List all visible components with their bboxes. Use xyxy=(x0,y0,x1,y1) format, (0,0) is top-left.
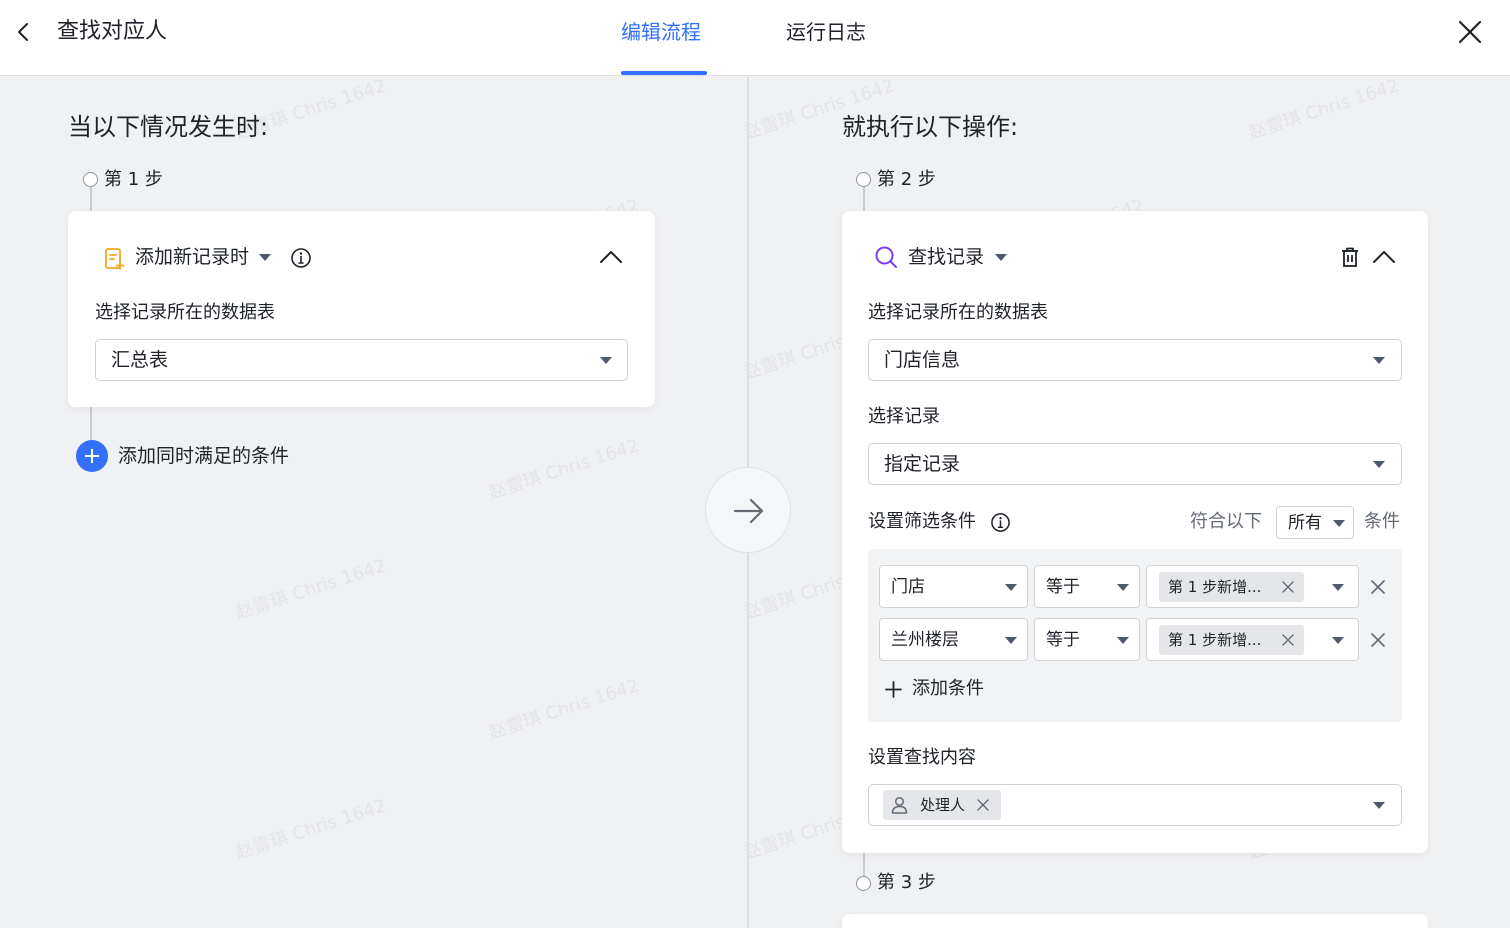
info-icon[interactable] xyxy=(290,247,312,269)
add-condition-link[interactable]: 添加条件 xyxy=(912,677,984,701)
close-icon[interactable] xyxy=(1456,18,1484,46)
select-value: 门店 xyxy=(891,577,925,597)
action-type-label[interactable]: 查找记录 xyxy=(908,245,984,269)
trigger-section-title: 当以下情况发生时: xyxy=(68,113,269,141)
step-2-dot xyxy=(856,172,871,187)
chevron-down-icon xyxy=(1005,637,1017,644)
trigger-table-select[interactable]: 汇总表 xyxy=(95,339,628,381)
remove-condition-icon[interactable] xyxy=(1371,633,1385,647)
condition-field-select[interactable]: 门店 xyxy=(879,565,1028,608)
close-icon[interactable] xyxy=(1282,581,1294,593)
close-icon[interactable] xyxy=(977,799,989,811)
value-tag: 第 1 步新增... xyxy=(1159,572,1304,602)
step-3-label: 第 3 步 xyxy=(877,872,936,893)
action-table-select[interactable]: 门店信息 xyxy=(868,339,1402,381)
tag-label: 处理人 xyxy=(920,796,966,814)
collapse-icon[interactable] xyxy=(1371,247,1397,267)
add-condition-button[interactable] xyxy=(76,440,108,472)
remove-condition-icon[interactable] xyxy=(1371,580,1385,594)
trigger-card: 添加新记录时 选择记录所在的数据表 汇总表 xyxy=(68,211,655,407)
step-1-dot xyxy=(83,172,98,187)
step-1-label: 第 1 步 xyxy=(104,169,163,190)
arrow-right-icon xyxy=(733,498,764,524)
condition-operator-select[interactable]: 等于 xyxy=(1034,565,1140,608)
back-icon[interactable] xyxy=(12,20,36,44)
chevron-down-icon xyxy=(1333,520,1345,527)
select-value: 汇总表 xyxy=(111,349,169,371)
tab-run-log[interactable]: 运行日志 xyxy=(786,17,866,47)
watermark: 赵雷琪 Chris 1642 xyxy=(486,675,642,744)
step-3-card xyxy=(842,914,1428,928)
match-suffix: 条件 xyxy=(1364,511,1400,532)
chevron-down-icon xyxy=(600,357,612,364)
active-tab-indicator xyxy=(621,71,707,75)
watermark: 赵雷琪 Chris 1642 xyxy=(233,555,389,624)
step-connector xyxy=(863,853,865,877)
info-icon[interactable] xyxy=(990,512,1011,533)
table-field-label: 选择记录所在的数据表 xyxy=(868,302,1048,323)
filter-label: 设置筛选条件 xyxy=(868,511,976,532)
match-prefix: 符合以下 xyxy=(1190,511,1262,532)
chevron-down-icon xyxy=(1332,637,1344,644)
record-field-label: 选择记录 xyxy=(868,406,940,427)
search-icon xyxy=(875,246,897,268)
find-content-select[interactable]: 处理人 xyxy=(868,784,1402,826)
chevron-down-icon xyxy=(1373,357,1385,364)
watermark: 赵雷琪 Chris 1642 xyxy=(486,435,642,504)
chevron-down-icon xyxy=(1373,461,1385,468)
condition-value-select[interactable]: 第 1 步新增... xyxy=(1146,565,1359,608)
action-section-title: 就执行以下操作: xyxy=(842,113,1019,141)
select-value: 指定记录 xyxy=(884,453,961,475)
step-2-label: 第 2 步 xyxy=(877,169,936,190)
chevron-down-icon xyxy=(1332,584,1344,591)
collapse-icon[interactable] xyxy=(598,247,624,267)
flow-arrow xyxy=(705,467,791,553)
tab-edit-flow[interactable]: 编辑流程 xyxy=(621,17,701,47)
condition-value-select[interactable]: 第 1 步新增... xyxy=(1146,618,1359,661)
chevron-down-icon xyxy=(1117,584,1129,591)
chevron-down-icon xyxy=(1117,637,1129,644)
tag-label: 第 1 步新增... xyxy=(1168,631,1262,649)
trigger-type-label[interactable]: 添加新记录时 xyxy=(135,245,249,269)
chevron-down-icon[interactable] xyxy=(995,254,1007,261)
plus-icon[interactable] xyxy=(885,681,902,698)
select-value: 所有 xyxy=(1288,513,1322,533)
chevron-down-icon xyxy=(1005,584,1017,591)
close-icon[interactable] xyxy=(1282,634,1294,646)
field-tag: 处理人 xyxy=(883,790,1001,820)
select-value: 等于 xyxy=(1046,630,1080,650)
condition-field-select[interactable]: 兰州楼层 xyxy=(879,618,1028,661)
watermark: 赵雷琪 Chris 1642 xyxy=(233,795,389,864)
top-bar: 查找对应人 编辑流程 运行日志 xyxy=(0,0,1510,76)
add-condition-label[interactable]: 添加同时满足的条件 xyxy=(118,444,289,468)
record-add-icon xyxy=(105,248,125,270)
chevron-down-icon[interactable] xyxy=(259,254,271,261)
trash-icon[interactable] xyxy=(1339,246,1361,268)
step-3-dot xyxy=(856,876,871,891)
select-value: 等于 xyxy=(1046,577,1080,597)
record-select[interactable]: 指定记录 xyxy=(868,443,1402,485)
value-tag: 第 1 步新增... xyxy=(1159,625,1304,655)
match-mode-select[interactable]: 所有 xyxy=(1276,506,1354,539)
person-icon xyxy=(891,796,908,814)
table-field-label: 选择记录所在的数据表 xyxy=(95,302,275,323)
watermark: 赵雷琪 Chris 1642 xyxy=(1246,75,1402,144)
condition-operator-select[interactable]: 等于 xyxy=(1034,618,1140,661)
filter-conditions-box: 门店 等于 第 1 步新增... 兰州楼层 等于 第 1 步新增... 添加条件 xyxy=(868,549,1402,722)
select-value: 兰州楼层 xyxy=(891,630,959,650)
page-title: 查找对应人 xyxy=(57,19,168,44)
tag-label: 第 1 步新增... xyxy=(1168,578,1262,596)
find-content-label: 设置查找内容 xyxy=(868,747,976,768)
chevron-down-icon xyxy=(1373,802,1385,809)
select-value: 门店信息 xyxy=(884,349,961,371)
